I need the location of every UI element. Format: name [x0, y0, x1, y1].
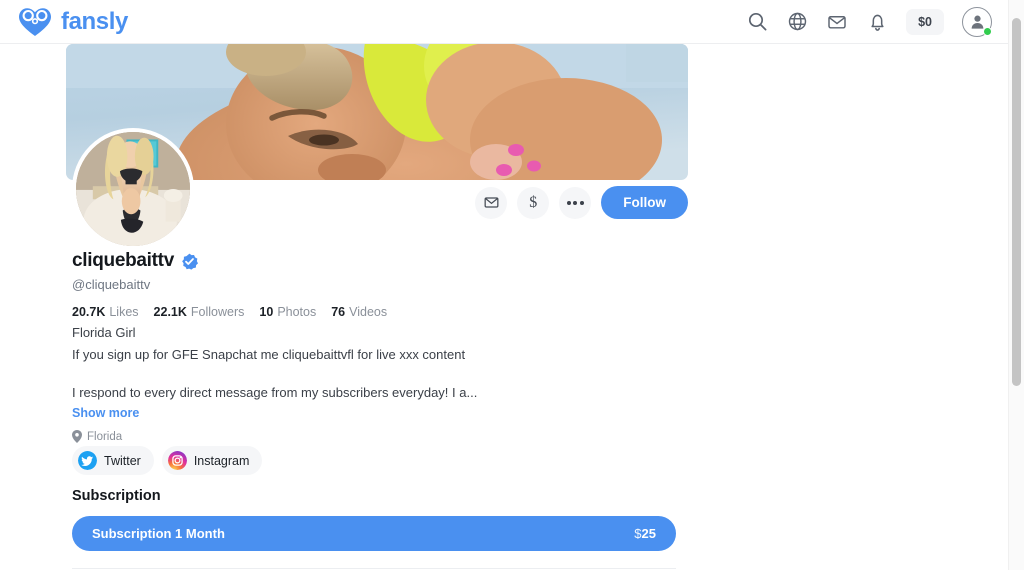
online-status-dot [983, 26, 992, 36]
envelope-icon [484, 197, 499, 208]
page-scrollbar[interactable] [1008, 0, 1024, 570]
verified-badge-icon [182, 253, 198, 270]
stat-label: Followers [190, 305, 245, 319]
display-name: cliquebaittv [72, 250, 174, 271]
profile-location: Florida [72, 430, 672, 443]
bell-icon[interactable] [866, 11, 888, 33]
subscription-tier-label: Subscription 1 Month [92, 526, 225, 541]
stat-label: Videos [349, 305, 388, 319]
stat-value: 22.1K [153, 305, 187, 319]
fansly-heart-logo-icon [19, 7, 51, 36]
bio-line-1: Florida Girl [72, 325, 136, 340]
brand-logo[interactable]: fansly [18, 7, 128, 37]
globe-icon[interactable] [786, 11, 808, 33]
stat-followers[interactable]: 22.1K Followers [154, 305, 245, 319]
fansly-profile-page: fansly $0 $ Follow cliquebaittv @cliqueb… [0, 0, 1024, 570]
subscription-section: Subscription Subscription 1 Month $25 [72, 488, 676, 570]
stat-label: Photos [277, 305, 317, 319]
instagram-icon [167, 451, 187, 470]
message-button[interactable] [475, 186, 508, 219]
social-label: Instagram [193, 453, 250, 468]
stat-label: Likes [109, 305, 139, 319]
currency-symbol: $ [634, 526, 642, 541]
bio-line-2: If you sign up for GFE Snapchat me cliqu… [72, 347, 466, 362]
profile-bio: Florida Girl If you sign up for GFE Snap… [72, 322, 672, 443]
social-link-twitter[interactable]: Twitter [72, 446, 154, 475]
user-avatar-button[interactable] [962, 6, 992, 37]
more-options-button[interactable] [559, 186, 592, 219]
brand-name: fansly [61, 7, 128, 35]
social-link-instagram[interactable]: Instagram [161, 446, 263, 475]
social-label: Twitter [104, 453, 141, 468]
stat-value: 76 [331, 305, 346, 319]
dollar-icon: $ [529, 193, 538, 211]
profile-handle: @cliquebaittv [72, 277, 151, 292]
stat-videos[interactable]: 76 Videos [331, 305, 387, 319]
stat-likes[interactable]: 20.7K Likes [72, 305, 139, 319]
display-name-row: cliquebaittv [72, 250, 692, 272]
stat-photos[interactable]: 10 Photos [259, 305, 316, 319]
price-amount: 25 [641, 526, 656, 541]
profile-identity: cliquebaittv @cliquebaittv 20.7K Likes 2… [72, 250, 692, 319]
location-text: Florida [87, 430, 123, 443]
bio-spacer [72, 366, 672, 382]
subscription-price: $25 [634, 526, 656, 541]
stat-value: 10 [259, 305, 274, 319]
top-navigation-bar: fansly $0 [0, 0, 1008, 44]
twitter-icon [78, 451, 97, 470]
stat-value: 20.7K [72, 305, 106, 319]
more-horizontal-icon [566, 200, 584, 205]
mail-icon[interactable] [826, 11, 848, 33]
profile-action-buttons: $ Follow [66, 186, 688, 219]
bio-line-3: I respond to every direct message from m… [72, 385, 478, 400]
social-links: Twitter Instagram [72, 446, 263, 475]
scrollbar-thumb[interactable] [1012, 18, 1021, 386]
header-actions: $0 [746, 6, 992, 37]
tip-button[interactable]: $ [517, 186, 550, 219]
balance-badge[interactable]: $0 [906, 8, 944, 35]
section-divider [72, 568, 676, 569]
user-avatar-icon [971, 15, 983, 29]
location-pin-icon [72, 430, 82, 443]
show-more-link[interactable]: Show more [72, 406, 672, 420]
search-icon[interactable] [746, 11, 768, 33]
subscription-tier-card[interactable]: Subscription 1 Month $25 [72, 516, 676, 551]
follow-button[interactable]: Follow [601, 186, 688, 219]
subscription-title: Subscription [72, 488, 161, 504]
profile-stats: 20.7K Likes 22.1K Followers 10 Photos 76… [72, 305, 692, 319]
